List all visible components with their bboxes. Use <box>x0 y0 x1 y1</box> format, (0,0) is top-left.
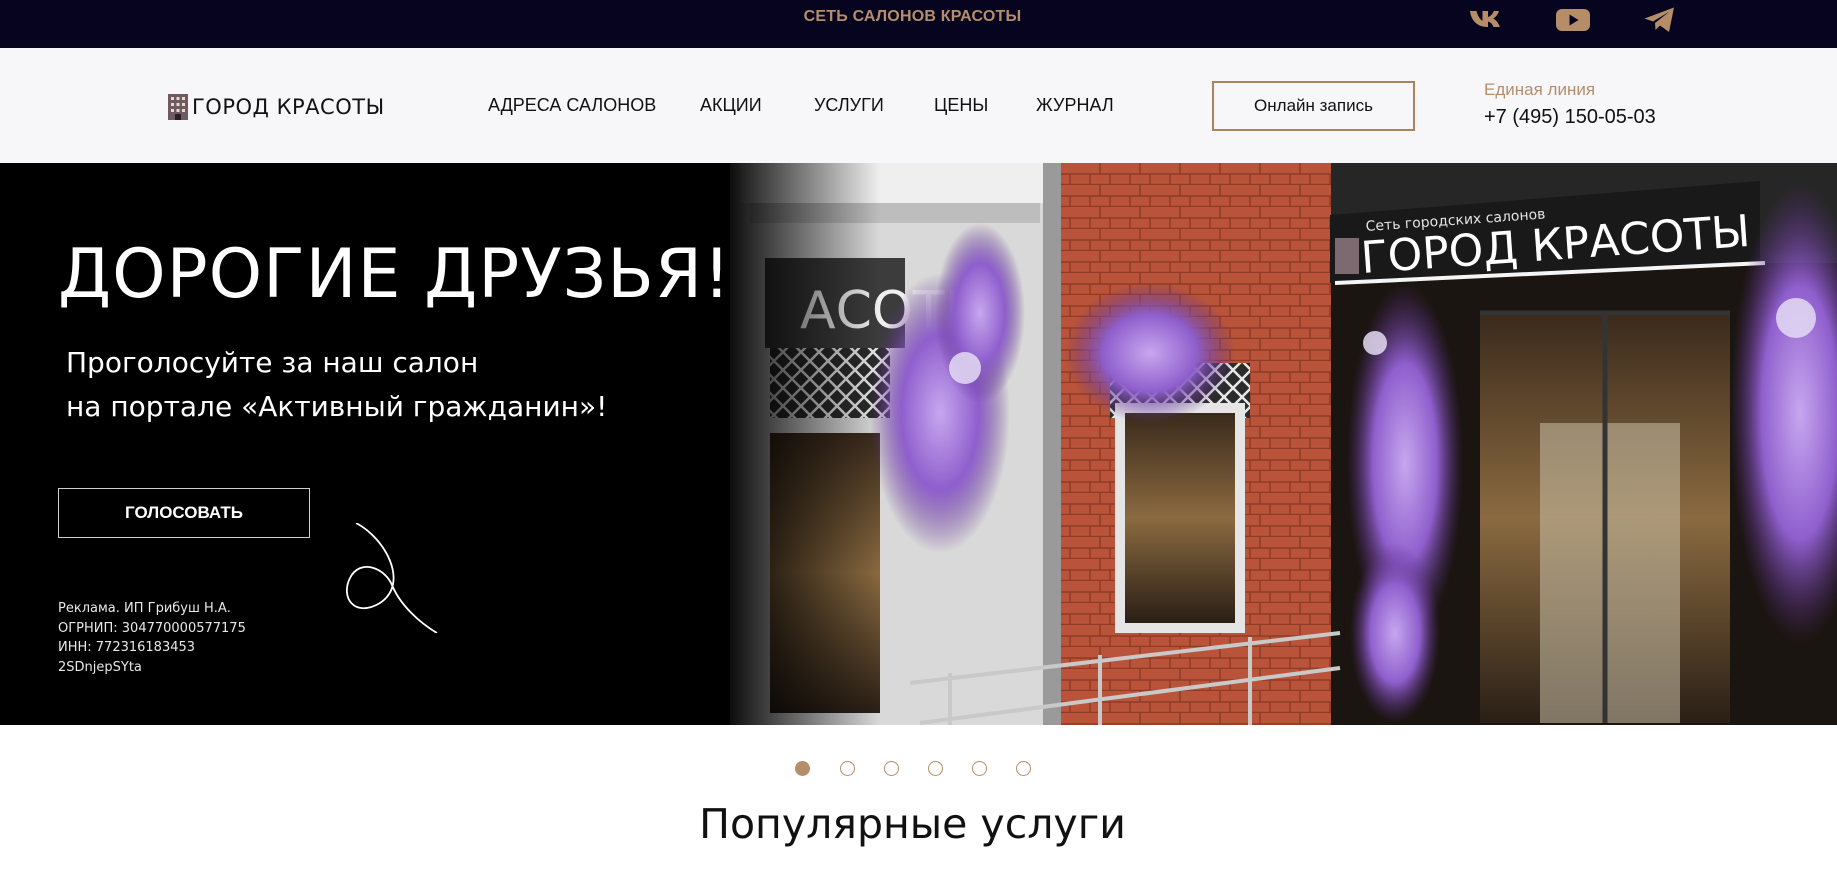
legal-line: ОГРНИП: 304770000577175 <box>58 620 246 636</box>
logo[interactable]: ГОРОД КРАСОТЫ <box>168 92 385 122</box>
legal-line: 2SDnjepSYta <box>58 659 142 675</box>
online-booking-button[interactable]: Онлайн запись <box>1212 81 1415 131</box>
nav-item-prices[interactable]: ЦЕНЫ <box>934 95 988 116</box>
network-title: СЕТЬ САЛОНОВ КРАСОТЫ <box>803 8 1022 25</box>
hero-subtitle-line: Проголосуйте за наш салон <box>66 346 479 379</box>
vk-icon[interactable] <box>1466 4 1506 36</box>
popular-services-heading: Популярные услуги <box>699 800 1126 848</box>
hero-subtitle: Проголосуйте за наш салон на портале «Ак… <box>66 341 607 429</box>
logo-mark-icon <box>168 94 188 120</box>
squiggle-decoration <box>345 523 438 633</box>
site-header: ГОРОД КРАСОТЫ АДРЕСА САЛОНОВ АКЦИИ УСЛУГ… <box>0 48 1837 163</box>
legal-line: ИНН: 772316183453 <box>58 640 196 655</box>
hotline-phone[interactable]: +7 (495) 150-05-03 <box>1484 106 1656 129</box>
hero-banner[interactable]: АСОТЫ Сеть городских салонов ГОРОД КРАСО… <box>0 163 1837 725</box>
youtube-icon[interactable] <box>1553 4 1593 36</box>
top-bar: СЕТЬ САЛОНОВ КРАСОТЫ <box>0 0 1837 48</box>
carousel-dot-5[interactable] <box>972 761 987 776</box>
legal-line: Реклама. ИП Грибуш Н.А. <box>58 601 231 616</box>
nav-item-promotions[interactable]: АКЦИИ <box>700 95 762 116</box>
carousel-dot-6[interactable] <box>1016 761 1031 776</box>
carousel-dots <box>0 761 1837 779</box>
nav-item-journal[interactable]: ЖУРНАЛ <box>1036 95 1114 116</box>
telegram-icon[interactable] <box>1640 4 1680 36</box>
hotline-label: Единая линия <box>1484 80 1596 99</box>
vote-button[interactable]: ГОЛОСОВАТЬ <box>58 488 310 538</box>
hero-title: ДОРОГИЕ ДРУЗЬЯ! <box>58 235 732 314</box>
nav-item-addresses[interactable]: АДРЕСА САЛОНОВ <box>488 95 656 116</box>
carousel-dot-3[interactable] <box>884 761 899 776</box>
carousel-dot-2[interactable] <box>840 761 855 776</box>
carousel-dot-1[interactable] <box>795 761 810 776</box>
ad-legal-info: Реклама. ИП Грибуш Н.А. ОГРНИП: 30477000… <box>58 599 246 677</box>
hero-subtitle-line: на портале «Активный гражданин»! <box>66 390 608 423</box>
carousel-dot-4[interactable] <box>928 761 943 776</box>
nav-item-services[interactable]: УСЛУГИ <box>814 95 884 116</box>
logo-text: ГОРОД КРАСОТЫ <box>192 95 385 119</box>
